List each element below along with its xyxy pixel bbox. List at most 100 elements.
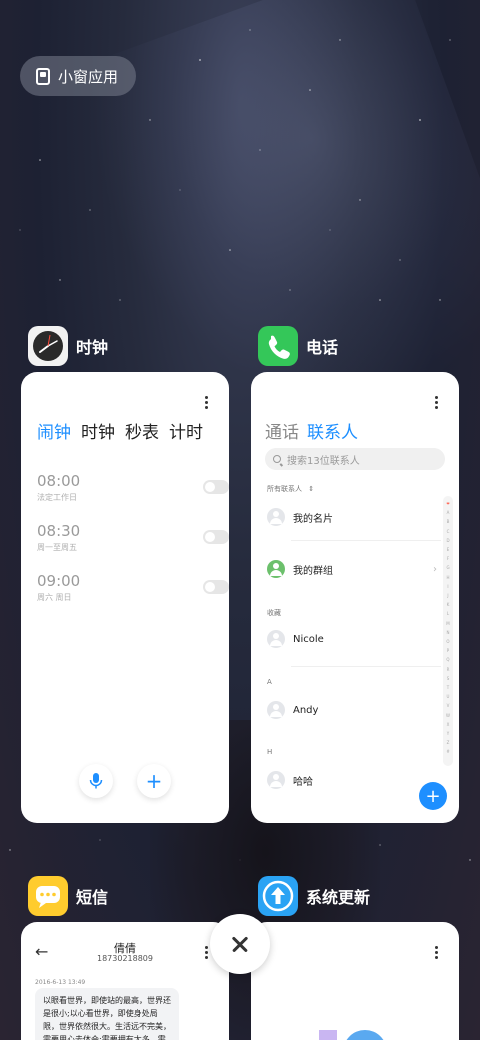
alphabet-letter[interactable]: C [447, 527, 450, 536]
plus-icon: + [425, 785, 441, 807]
contacts-search-input[interactable]: 搜索13位联系人 [265, 448, 445, 470]
my-groups-label: 我的群组 [293, 565, 333, 577]
alphabet-letter[interactable]: G [446, 563, 449, 572]
updater-app-header[interactable]: 系统更新 [258, 876, 370, 916]
alphabet-letter[interactable]: L [447, 609, 449, 618]
alphabet-letter[interactable]: B [447, 517, 450, 526]
clear-all-button[interactable] [210, 914, 270, 974]
alarm-toggle[interactable] [203, 480, 229, 494]
alarm-item[interactable]: 08:00 法定工作日 [37, 472, 229, 512]
updater-app-card[interactable] [251, 922, 459, 1040]
phone-app-card[interactable]: 通话 联系人 搜索13位联系人 所有联系人 ⇕ 我的名片 我的群组 › 收藏 N… [251, 372, 459, 823]
tab-calls[interactable]: 通话 [265, 418, 299, 443]
alphabet-letter[interactable]: ❤ [446, 499, 449, 508]
alphabet-letter[interactable]: H [446, 573, 449, 582]
avatar [267, 701, 285, 719]
phone-app-name: 电话 [306, 338, 339, 357]
floating-window-icon [36, 67, 50, 85]
my-card-item[interactable]: 我的名片 [267, 506, 437, 528]
phone-app-header[interactable]: 电话 [258, 326, 338, 366]
contact-item[interactable]: Nicole [267, 628, 437, 650]
my-groups-item[interactable]: 我的群组 › [267, 558, 437, 580]
alphabet-letter[interactable]: E [447, 545, 450, 554]
alarm-time: 08:30 [37, 522, 81, 540]
my-card-label: 我的名片 [293, 513, 333, 525]
alphabet-letter[interactable]: # [446, 747, 449, 756]
miui-logo-icon [319, 1030, 384, 1040]
alphabet-letter[interactable]: R [447, 665, 450, 674]
alphabet-letter[interactable]: K [447, 600, 450, 609]
alphabet-letter[interactable]: N [447, 628, 450, 637]
alarm-repeat: 法定工作日 [37, 493, 77, 502]
more-menu-icon[interactable] [205, 396, 209, 410]
tab-alarm[interactable]: 闹钟 [37, 418, 71, 443]
more-menu-icon[interactable] [435, 946, 439, 960]
tab-contacts[interactable]: 联系人 [307, 418, 358, 443]
floating-apps-button[interactable]: 小窗应用 [20, 56, 137, 96]
alphabet-letter[interactable]: Q [446, 655, 449, 664]
sort-toggle-icon: ⇕ [308, 485, 315, 493]
updater-app-name: 系统更新 [306, 888, 371, 907]
floating-apps-label: 小窗应用 [58, 67, 119, 86]
contacts-filter[interactable]: 所有联系人 ⇕ [267, 484, 314, 494]
alphabet-letter[interactable]: W [446, 711, 450, 720]
filter-label: 所有联系人 [267, 485, 302, 493]
add-alarm-button[interactable]: + [137, 764, 171, 798]
message-date: 2016-6-13 13:49 [35, 979, 86, 986]
alphabet-letter[interactable]: A [447, 508, 450, 517]
tab-timer[interactable]: 计时 [169, 418, 203, 443]
alphabet-letter[interactable]: V [447, 701, 450, 710]
contact-item[interactable]: Andy [267, 699, 437, 721]
alarm-toggle[interactable] [203, 530, 229, 544]
alphabet-letter[interactable]: P [447, 646, 449, 655]
microphone-icon [89, 773, 103, 789]
alphabet-index[interactable]: ❤ A B C D E F G H I J K L M N O P Q R S T U V W X Y Z # [443, 496, 453, 766]
alphabet-letter[interactable]: U [447, 692, 450, 701]
section-header: H [267, 748, 273, 756]
conversation-contact-number: 18730218809 [97, 954, 153, 963]
tab-stopwatch[interactable]: 秒表 [125, 418, 159, 443]
alarm-toggle[interactable] [203, 580, 229, 594]
updater-app-icon [258, 876, 298, 916]
alarm-item[interactable]: 09:00 周六 周日 [37, 572, 229, 612]
avatar [267, 630, 285, 648]
plus-icon: + [145, 769, 163, 793]
clock-app-card[interactable]: 闹钟 时钟 秒表 计时 08:00 法定工作日 08:30 周一至周五 09:0… [21, 372, 229, 823]
message-bubble: 以眼看世界，即使站的最高，世界还是很小;以心看世界，即使身处局限，世界依然很大。… [35, 988, 179, 1040]
alphabet-letter[interactable]: O [446, 637, 449, 646]
alphabet-letter[interactable]: Z [447, 738, 450, 747]
alarm-item[interactable]: 08:30 周一至周五 [37, 522, 229, 562]
tab-clock[interactable]: 时钟 [81, 418, 115, 443]
alphabet-letter[interactable]: X [447, 720, 450, 729]
clock-app-icon [28, 326, 68, 366]
search-placeholder: 搜索13位联系人 [287, 455, 360, 467]
contact-name: Nicole [293, 633, 324, 645]
clock-app-name: 时钟 [76, 338, 109, 357]
sms-app-card[interactable]: ← 倩倩 18730218809 2016-6-13 13:49 以眼看世界，即… [21, 922, 229, 1040]
contact-name: Andy [293, 704, 319, 716]
contact-name: 哈哈 [293, 776, 313, 788]
sms-app-icon [28, 876, 68, 916]
alphabet-letter[interactable]: F [447, 554, 449, 563]
voice-alarm-button[interactable] [79, 764, 113, 798]
divider [291, 666, 441, 667]
alphabet-letter[interactable]: M [446, 619, 449, 628]
avatar [267, 508, 285, 526]
sms-app-header[interactable]: 短信 [28, 876, 108, 916]
alphabet-letter[interactable]: S [447, 674, 450, 683]
section-header: 收藏 [267, 609, 281, 617]
add-contact-button[interactable]: + [419, 782, 447, 810]
chevron-right-icon: › [433, 563, 437, 575]
clock-app-header[interactable]: 时钟 [28, 326, 108, 366]
clock-tabs: 闹钟 时钟 秒表 计时 [37, 418, 203, 443]
alphabet-letter[interactable]: I [447, 582, 448, 591]
more-menu-icon[interactable] [435, 396, 439, 410]
alphabet-letter[interactable]: D [446, 536, 449, 545]
alphabet-letter[interactable]: T [447, 683, 449, 692]
contact-item[interactable]: 哈哈 [267, 769, 437, 791]
more-menu-icon[interactable] [205, 946, 209, 960]
search-icon [273, 455, 281, 463]
sms-app-name: 短信 [76, 888, 109, 907]
alphabet-letter[interactable]: J [447, 591, 448, 600]
alphabet-letter[interactable]: Y [447, 729, 449, 738]
